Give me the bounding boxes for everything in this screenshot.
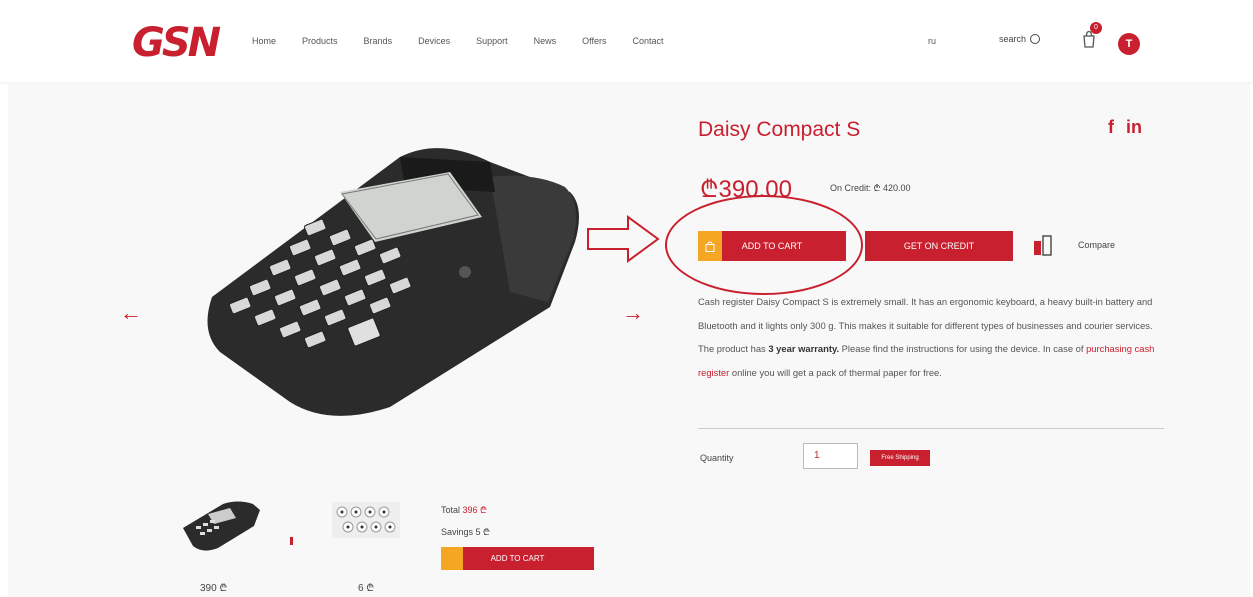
- facebook-icon[interactable]: f: [1108, 117, 1114, 138]
- cart-count-badge: 0: [1090, 22, 1102, 34]
- bundle-savings: Savings 5 ₾: [441, 527, 490, 537]
- product-title: Daisy Compact S: [698, 118, 861, 141]
- nav-item-products[interactable]: Products: [302, 36, 338, 46]
- callout-arrow-icon: [587, 215, 660, 263]
- next-image-arrow-icon[interactable]: →: [622, 300, 644, 326]
- site-header: GSN Home Products Brands Devices Support…: [0, 0, 1253, 82]
- search-icon: [1030, 34, 1041, 44]
- main-nav: Home Products Brands Devices Support New…: [252, 36, 690, 46]
- compare-icon[interactable]: [1032, 233, 1054, 259]
- credit-price: On Credit: ₾ 420.00: [830, 183, 911, 193]
- description-text-2: Please find the instructions for using t…: [839, 343, 1087, 354]
- nav-item-support[interactable]: Support: [476, 36, 508, 46]
- bundle-total-label: Total: [441, 505, 463, 515]
- warranty-text: 3 year warranty.: [768, 343, 840, 354]
- callout-circle: [665, 195, 863, 295]
- search-button[interactable]: search: [999, 34, 1041, 44]
- description-text-3: online you will get a pack of thermal pa…: [729, 366, 942, 378]
- bundle-total: Total 396 ₾: [441, 503, 487, 516]
- nav-item-brands[interactable]: Brands: [364, 36, 393, 46]
- nav-item-home[interactable]: Home: [252, 36, 276, 46]
- bundle-item-device-image: [183, 501, 260, 551]
- user-avatar[interactable]: T: [1118, 33, 1140, 55]
- bundle-item-paper-rolls-image: [332, 502, 400, 538]
- shopping-bag-icon: [441, 547, 463, 570]
- bundle-plus-sign: [290, 537, 293, 545]
- social-links: f in: [1108, 117, 1142, 138]
- get-on-credit-button[interactable]: GET ON CREDIT: [865, 231, 1013, 261]
- bundle-total-value: 396 ₾: [462, 505, 487, 515]
- quantity-label: Quantity: [700, 453, 734, 463]
- bundle-add-to-cart-label: ADD TO CART: [490, 554, 545, 563]
- search-label: search: [999, 34, 1027, 44]
- compare-label[interactable]: Compare: [1078, 240, 1115, 250]
- bundle-item1-price: 390 ₾: [200, 583, 228, 594]
- linkedin-icon[interactable]: in: [1126, 117, 1142, 138]
- free-shipping-badge: Free Shipping: [870, 450, 930, 466]
- nav-item-devices[interactable]: Devices: [418, 36, 450, 46]
- prev-image-arrow-icon[interactable]: ←: [120, 300, 142, 326]
- quantity-input[interactable]: 1: [803, 443, 858, 469]
- nav-item-contact[interactable]: Contact: [632, 36, 663, 46]
- divider: [698, 428, 1164, 429]
- product-description: Cash register Daisy Compact S is extreme…: [698, 290, 1160, 384]
- nav-item-offers[interactable]: Offers: [582, 36, 606, 46]
- bundle-add-to-cart-button[interactable]: ADD TO CART: [441, 547, 594, 570]
- nav-item-news[interactable]: News: [534, 36, 557, 46]
- language-switcher[interactable]: ru: [928, 36, 936, 46]
- product-image: [207, 148, 579, 416]
- site-logo[interactable]: GSN: [132, 20, 221, 66]
- bundle-item2-price: 6 ₾: [358, 583, 375, 594]
